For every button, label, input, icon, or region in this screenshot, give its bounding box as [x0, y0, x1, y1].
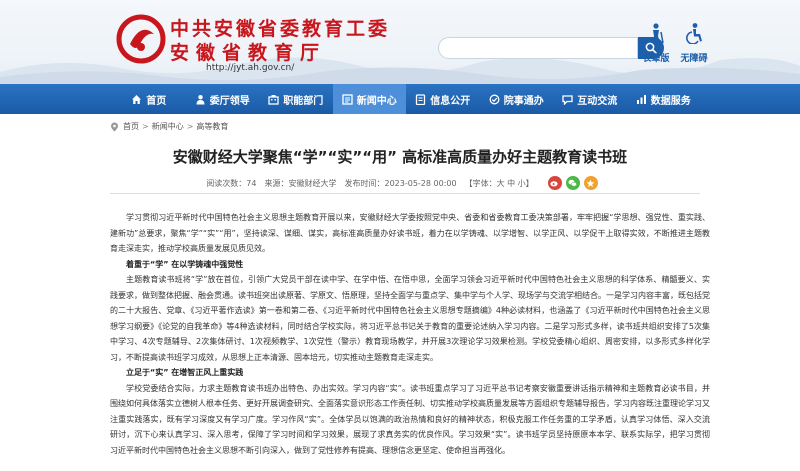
breadcrumb-separator: >: [142, 122, 149, 131]
data-icon: [636, 94, 646, 104]
accessibility-label: 无障碍: [680, 54, 708, 64]
article-paragraph: 学校党委结合实际，力求主题教育读书班办出特色、办出实效。学习内容“实”。读书班重…: [110, 383, 710, 455]
site-subtitle: 安徽省教育厅: [170, 42, 327, 64]
nav-item-data-services[interactable]: 数据服务: [627, 84, 701, 114]
nav-item-label: 院事通办: [503, 95, 544, 107]
share-buttons: [544, 176, 598, 190]
publish-date: 发布时间：2023-05-28 00:00: [344, 178, 457, 188]
department-icon: [268, 94, 279, 105]
wechat-share-icon[interactable]: [565, 176, 580, 190]
section-heading: 着重于“学” 在以学铸魂中强觉性: [126, 259, 244, 269]
site-url: http://jyt.ah.gov.cn/: [206, 63, 295, 73]
news-icon: [342, 93, 353, 105]
nav-item-label: 首页: [146, 95, 167, 107]
breadcrumb-news[interactable]: 新闻中心: [152, 121, 184, 132]
nav-item-interaction[interactable]: 互动交流: [553, 84, 627, 114]
site-logo-icon[interactable]: [116, 14, 166, 64]
breadcrumb-home[interactable]: 首页: [123, 121, 139, 132]
nav-item-label: 职能部门: [283, 95, 324, 107]
section-heading: 立足于“实” 在增智正风上重实践: [126, 368, 244, 377]
nav-item-label: 信息公开: [430, 95, 471, 107]
elder-mode-icon: [652, 23, 664, 44]
breadcrumb: 首页 > 新闻中心 > 高等教育: [110, 121, 228, 132]
site-title: 中共安徽省委教育工委: [170, 18, 391, 40]
article-source: 来源：安徽财经大学: [264, 178, 337, 188]
nav-item-home[interactable]: 首页: [112, 84, 186, 114]
nav-item-services[interactable]: 院事通办: [480, 84, 554, 114]
site-header: 中共安徽省委教育工委 安徽省教育厅 http://jyt.ah.gov.cn/ …: [0, 0, 800, 84]
weibo-share-icon[interactable]: [547, 176, 562, 190]
article-title: 安徽财经大学聚焦“学”“实”“用” 高标准高质量办好主题教育读书班: [172, 148, 628, 166]
nav-item-label: 委厅领导: [209, 95, 250, 107]
article-paragraph: 学习贯彻习近平新时代中国特色社会主义思想主题教育开展以来，安徽财经大学委按照党中…: [110, 213, 710, 253]
nav-item-news[interactable]: 新闻中心: [332, 84, 406, 114]
chat-icon: [562, 94, 573, 105]
breadcrumb-separator: >: [186, 122, 194, 131]
qzone-share-icon[interactable]: [583, 176, 598, 190]
nav-item-label: 数据服务: [650, 95, 691, 107]
font-size-switcher[interactable]: 【字体：大 中 小】: [465, 178, 534, 189]
nav-item-leaders[interactable]: 委厅领导: [186, 84, 260, 114]
title-divider: [110, 193, 700, 194]
article-paragraph: 主题教育读书班将“学”放在首位，引领广大党员干部在读中学、在学中悟、在悟中思，全…: [110, 275, 710, 362]
accessibility-button[interactable]: 无障碍: [672, 22, 716, 64]
home-icon: [132, 94, 142, 104]
location-pin-icon: [111, 122, 118, 131]
nav-item-label: 新闻中心: [356, 95, 397, 107]
article-body: 学习贯彻习近平新时代中国特色社会主义思想主题教育开展以来，安徽财经大学委按照党中…: [110, 210, 710, 458]
nav-item-departments[interactable]: 职能部门: [259, 84, 333, 114]
nav-item-label: 互动交流: [577, 95, 618, 107]
main-nav: 首页 委厅领导 职能部门 新闻中心 信息公开 院事通办 互动交流 数据服务: [0, 84, 800, 114]
article-meta: 阅读次数：74 来源：安徽财经大学 发布时间：2023-05-28 00:00 …: [0, 176, 800, 190]
breadcrumb-higher-education[interactable]: 高等教育: [196, 121, 228, 132]
service-icon: [489, 94, 500, 104]
search-input[interactable]: [438, 37, 638, 59]
leader-icon: [196, 94, 205, 104]
info-icon: [416, 93, 426, 105]
view-count: 阅读次数：74: [206, 178, 257, 188]
accessibility-icon: [686, 23, 702, 45]
nav-item-info-disclosure[interactable]: 信息公开: [406, 84, 480, 114]
